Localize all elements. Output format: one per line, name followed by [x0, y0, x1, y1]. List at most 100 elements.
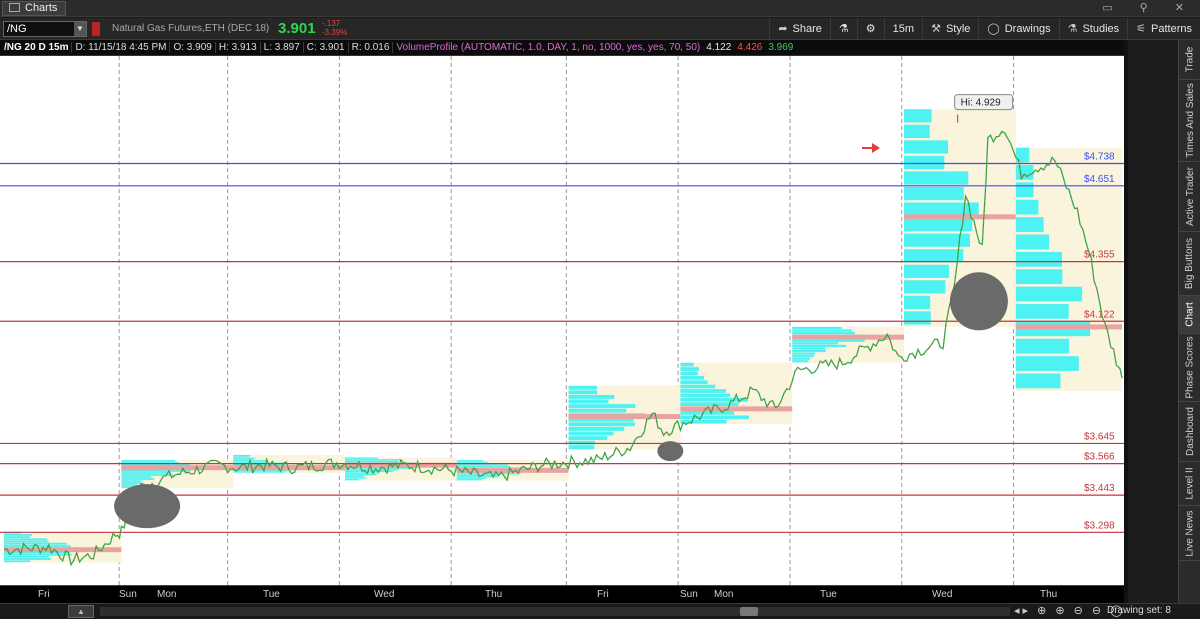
sidebar-tab-phase-scores[interactable]: Phase Scores: [1179, 334, 1200, 402]
volume-profile-bar: [1015, 286, 1083, 302]
volume-profile-bar: [792, 357, 810, 360]
toolbar-actions: ➦ Share ⚗ ⚙ 15m ⚒ Style ◯ Drawings ⚗ Studies…: [769, 18, 1200, 39]
sidebar-tab-active-trader[interactable]: Active Trader: [1179, 162, 1200, 232]
patterns-icon: ⚟: [1136, 23, 1147, 35]
link-flag-icon[interactable]: [92, 22, 100, 36]
volume-profile-bar: [680, 375, 705, 380]
sidebar-tab-big-buttons[interactable]: Big Buttons: [1179, 232, 1200, 296]
study-value-1: 4.122: [706, 42, 732, 53]
share-button[interactable]: ➦ Share: [769, 18, 830, 39]
volume-profile-bar: [456, 461, 488, 463]
drawing-ellipse[interactable]: [114, 484, 181, 529]
volume-profile-bar: [4, 538, 48, 541]
price-level-label: $3.645: [1084, 431, 1115, 442]
volume-profile-bar: [456, 479, 483, 481]
point-of-control: [121, 465, 234, 471]
patterns-button[interactable]: ⚟ Patterns: [1127, 18, 1200, 39]
bar-range: R: 0.016: [348, 42, 394, 53]
volume-profile-bar: [903, 249, 964, 263]
patterns-label: Patterns: [1151, 22, 1192, 35]
symbol-input[interactable]: /NG ▼: [3, 21, 87, 37]
price-level-label: $3.566: [1084, 452, 1115, 463]
volume-profile-bar: [568, 436, 608, 440]
volume-profile-bar: [568, 385, 597, 390]
time-label: Fri: [597, 589, 609, 600]
window-controls[interactable]: ▭ ⚲ ✕: [1102, 1, 1196, 14]
chart-area[interactable]: $4.738 $4.651 $4.355 $4.122 $3.645 $3.566 $3.4…: [0, 56, 1200, 604]
volume-profile-bar: [568, 422, 636, 427]
time-label: Thu: [485, 589, 503, 600]
point-of-control: [903, 214, 1016, 220]
right-sidebar: Trade Times And Sales Active Trader Big But…: [1178, 40, 1200, 603]
chart-info-bar: /NG 20 D 15m D: 11/15/18 4:45 PM O: 3.909 H…: [0, 40, 1128, 56]
bar-open: O: 3.909: [170, 42, 216, 53]
chart-toolbar: /NG ▼ Natural Gas Futures,ETH (DEC 18) 3…: [0, 18, 1200, 40]
drawing-set-label[interactable]: Drawing set: 8: [1107, 605, 1171, 616]
drawings-button[interactable]: ◯ Drawings: [978, 18, 1058, 39]
sidebar-tab-label: Trade: [1184, 46, 1196, 73]
volume-profile-bar: [680, 371, 698, 376]
volume-profile-bar: [792, 329, 852, 332]
volume-profile-bar: [1015, 199, 1039, 215]
volume-profile-bar: [1015, 217, 1044, 232]
price-chart[interactable]: $4.738$4.651$4.355$4.122$3.645$3.566$3.4…: [0, 56, 1128, 585]
sidebar-tab-label: Phase Scores: [1184, 336, 1196, 399]
scrollbar-handle[interactable]: [740, 607, 758, 616]
time-label: Sun: [119, 589, 137, 600]
volume-profile-bar: [903, 202, 979, 216]
time-label: Wed: [932, 589, 953, 600]
drawing-ellipse[interactable]: [949, 272, 1008, 331]
settings-button[interactable]: ⚙: [856, 18, 884, 39]
sidebar-tab-level-ii[interactable]: Level II: [1179, 462, 1200, 506]
drawings-label: Drawings: [1004, 22, 1051, 35]
share-label: Share: [792, 22, 822, 35]
volume-profile-bar: [1015, 165, 1034, 180]
expand-icon[interactable]: ▲: [68, 605, 94, 618]
volume-profile-bar: [121, 470, 191, 472]
volume-profile-bar: [1015, 234, 1050, 250]
flask-button[interactable]: ⚗: [829, 18, 857, 39]
price-level-label: $4.122: [1084, 309, 1115, 320]
sidebar-tab-live-news[interactable]: Live News: [1179, 506, 1200, 561]
volume-profile-bar: [4, 555, 50, 558]
time-axis: Fri Sun Mon Tue Wed Thu Fri Sun Mon Tue Wed Thu: [0, 585, 1124, 603]
volume-profile-bar: [4, 540, 49, 543]
volume-profile-bar: [903, 140, 949, 154]
volume-profile-bar: [903, 311, 931, 325]
volume-profile-bar: [568, 394, 615, 399]
volume-profile-bar: [4, 536, 30, 539]
volume-profile-bar: [903, 171, 969, 185]
volume-profile-bar: [344, 457, 379, 459]
volume-profile-bar: [680, 384, 716, 389]
high-annotation: Hi: 4.929: [961, 98, 1001, 109]
bar-low: L: 3.897: [260, 42, 304, 53]
gear-icon: ⚙: [865, 23, 876, 35]
study-label[interactable]: VolumeProfile (AUTOMATIC, 1.0, DAY, 1, n…: [393, 42, 703, 53]
volume-profile-bar: [233, 457, 256, 459]
drawing-ellipse[interactable]: [657, 441, 684, 462]
volume-profile-bar: [121, 482, 144, 484]
studies-label: Studies: [1082, 22, 1120, 35]
style-button[interactable]: ⚒ Style: [922, 18, 978, 39]
studies-icon: ⚗: [1067, 23, 1078, 35]
horizontal-scrollbar[interactable]: [100, 607, 1010, 616]
volume-profile-bar: [792, 352, 816, 355]
charts-tab[interactable]: Charts: [2, 1, 67, 16]
symbol-dropdown-icon[interactable]: ▼: [74, 22, 86, 36]
sidebar-tab-chart[interactable]: Chart: [1179, 296, 1200, 334]
sidebar-tab-trade[interactable]: Trade: [1179, 40, 1200, 80]
sidebar-tab-times-and-sales[interactable]: Times And Sales: [1179, 80, 1200, 162]
bar-close: C: 3.901: [303, 42, 349, 53]
study-value-3: 3.969: [768, 42, 794, 53]
timeframe-button[interactable]: 15m: [883, 18, 922, 39]
sidebar-tab-label: Big Buttons: [1184, 237, 1196, 290]
sidebar-tab-dashboard[interactable]: Dashboard: [1179, 402, 1200, 462]
volume-profile-bar: [233, 456, 250, 458]
volume-profile-bar: [121, 484, 138, 486]
studies-button[interactable]: ⚗ Studies: [1058, 18, 1128, 39]
volume-profile-bar: [456, 460, 483, 462]
volume-profile-bar: [1015, 147, 1030, 163]
volume-profile-bar: [1015, 373, 1061, 389]
volume-profile-bar: [233, 458, 254, 460]
change-value: -.137: [322, 19, 341, 28]
